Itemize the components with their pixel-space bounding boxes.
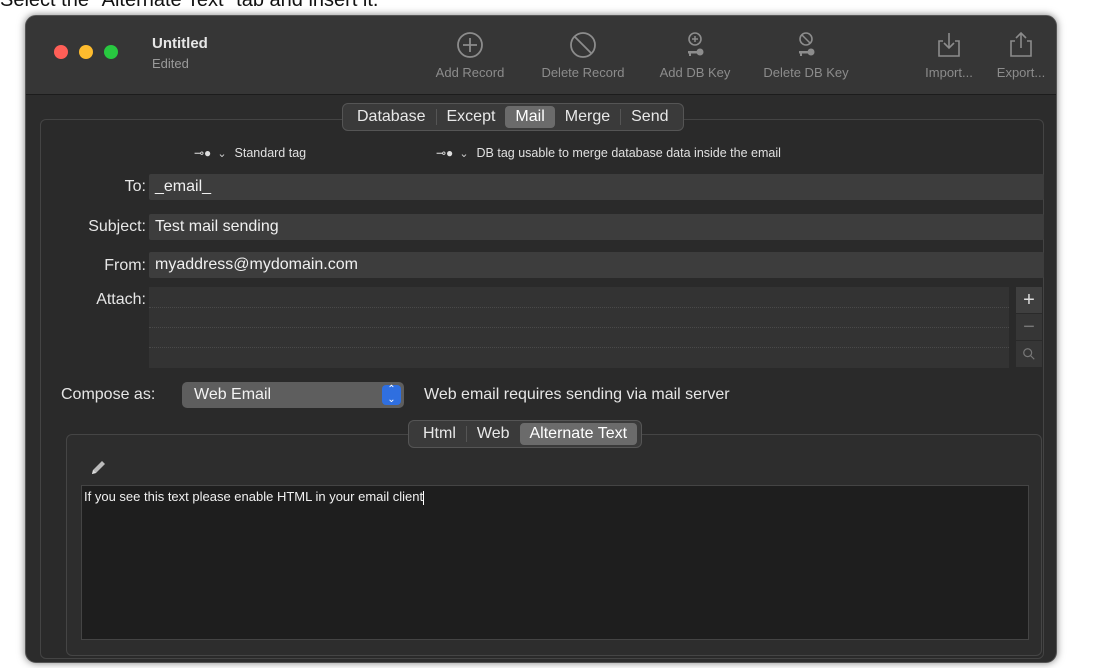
export-icon bbox=[1006, 30, 1036, 60]
attach-label: Attach: bbox=[96, 291, 146, 308]
add-db-key-label: Add DB Key bbox=[659, 65, 731, 80]
add-record-button[interactable]: Add Record bbox=[426, 30, 514, 80]
popup-arrows-icon: ⌃ ⌄ bbox=[382, 385, 401, 405]
from-field[interactable]: myaddress@mydomain.com bbox=[149, 252, 1044, 278]
db-tag-label: DB tag usable to merge database data ins… bbox=[476, 146, 781, 160]
close-window-button[interactable] bbox=[54, 45, 68, 59]
add-attachment-button[interactable]: + bbox=[1016, 287, 1042, 314]
tab-alternate-text[interactable]: Alternate Text bbox=[519, 423, 638, 445]
prohibited-icon bbox=[568, 30, 598, 60]
titlebar: Untitled Edited Add Record Delete Record… bbox=[26, 16, 1056, 95]
to-field[interactable]: _email_ bbox=[149, 174, 1044, 200]
tab-web[interactable]: Web bbox=[467, 423, 520, 445]
alternate-text-editor[interactable]: If you see this text please enable HTML … bbox=[81, 485, 1029, 640]
search-attachment-button[interactable] bbox=[1016, 341, 1042, 368]
tab-send[interactable]: Send bbox=[621, 106, 678, 128]
add-record-label: Add Record bbox=[435, 65, 505, 80]
editor-text: If you see this text please enable HTML … bbox=[84, 489, 424, 504]
compose-note: Web email requires sending via mail serv… bbox=[424, 386, 730, 403]
instruction-text: Select the "Alternate Text" tab and inse… bbox=[0, 0, 379, 11]
subject-field[interactable]: Test mail sending bbox=[149, 214, 1044, 240]
compose-as-popup[interactable]: Web Email ⌃ ⌄ bbox=[182, 382, 404, 408]
standard-tag-label: Standard tag bbox=[234, 146, 307, 160]
to-label: To: bbox=[124, 178, 146, 195]
app-window: Untitled Edited Add Record Delete Record… bbox=[25, 15, 1057, 663]
subject-label: Subject: bbox=[88, 218, 146, 235]
key-icon: ⊸● bbox=[436, 146, 454, 160]
chevron-down-icon: ⌄ bbox=[217, 147, 227, 160]
tab-except[interactable]: Except bbox=[437, 106, 506, 128]
attachment-buttons: + − bbox=[1016, 287, 1042, 368]
compose-as-value: Web Email bbox=[194, 386, 272, 403]
add-db-key-button[interactable]: Add DB Key bbox=[650, 30, 740, 80]
standard-tag-menu[interactable]: ⊸● ⌄ Standard tag bbox=[194, 146, 306, 160]
minimize-window-button[interactable] bbox=[79, 45, 93, 59]
window-title: Untitled bbox=[152, 35, 208, 52]
attachment-list[interactable] bbox=[149, 287, 1009, 368]
import-button[interactable]: Import... bbox=[919, 30, 979, 80]
db-tag-menu[interactable]: ⊸● ⌄ DB tag usable to merge database dat… bbox=[436, 146, 781, 160]
magnifier-icon bbox=[1023, 348, 1035, 360]
main-tab-bar: Database Except Mail Merge Send bbox=[342, 103, 684, 131]
delete-record-label: Delete Record bbox=[541, 65, 625, 80]
pencil-icon[interactable] bbox=[89, 457, 109, 477]
tab-merge[interactable]: Merge bbox=[555, 106, 620, 128]
key-icon: ⊸● bbox=[194, 146, 212, 160]
plus-circle-icon bbox=[455, 30, 485, 60]
delete-key-icon bbox=[791, 30, 821, 60]
tab-mail[interactable]: Mail bbox=[505, 106, 555, 128]
add-key-icon bbox=[680, 30, 710, 60]
tab-html[interactable]: Html bbox=[413, 423, 466, 445]
window-subtitle: Edited bbox=[152, 56, 189, 71]
from-label: From: bbox=[104, 257, 146, 274]
delete-db-key-label: Delete DB Key bbox=[763, 65, 849, 80]
import-label: Import... bbox=[925, 65, 973, 80]
remove-attachment-button[interactable]: − bbox=[1016, 314, 1042, 341]
import-icon bbox=[934, 30, 964, 60]
attachment-row-divider bbox=[149, 347, 1009, 348]
delete-record-button[interactable]: Delete Record bbox=[528, 30, 638, 80]
delete-db-key-button[interactable]: Delete DB Key bbox=[753, 30, 859, 80]
body-tab-bar: Html Web Alternate Text bbox=[408, 420, 643, 448]
export-button[interactable]: Export... bbox=[991, 30, 1051, 80]
compose-as-label: Compose as: bbox=[61, 386, 156, 403]
export-label: Export... bbox=[996, 65, 1046, 80]
text-cursor bbox=[423, 490, 425, 505]
attachment-row-divider bbox=[149, 327, 1009, 328]
chevron-down-icon: ⌄ bbox=[459, 147, 469, 160]
tab-database[interactable]: Database bbox=[347, 106, 436, 128]
maximize-window-button[interactable] bbox=[104, 45, 118, 59]
attachment-row-divider bbox=[149, 307, 1009, 308]
